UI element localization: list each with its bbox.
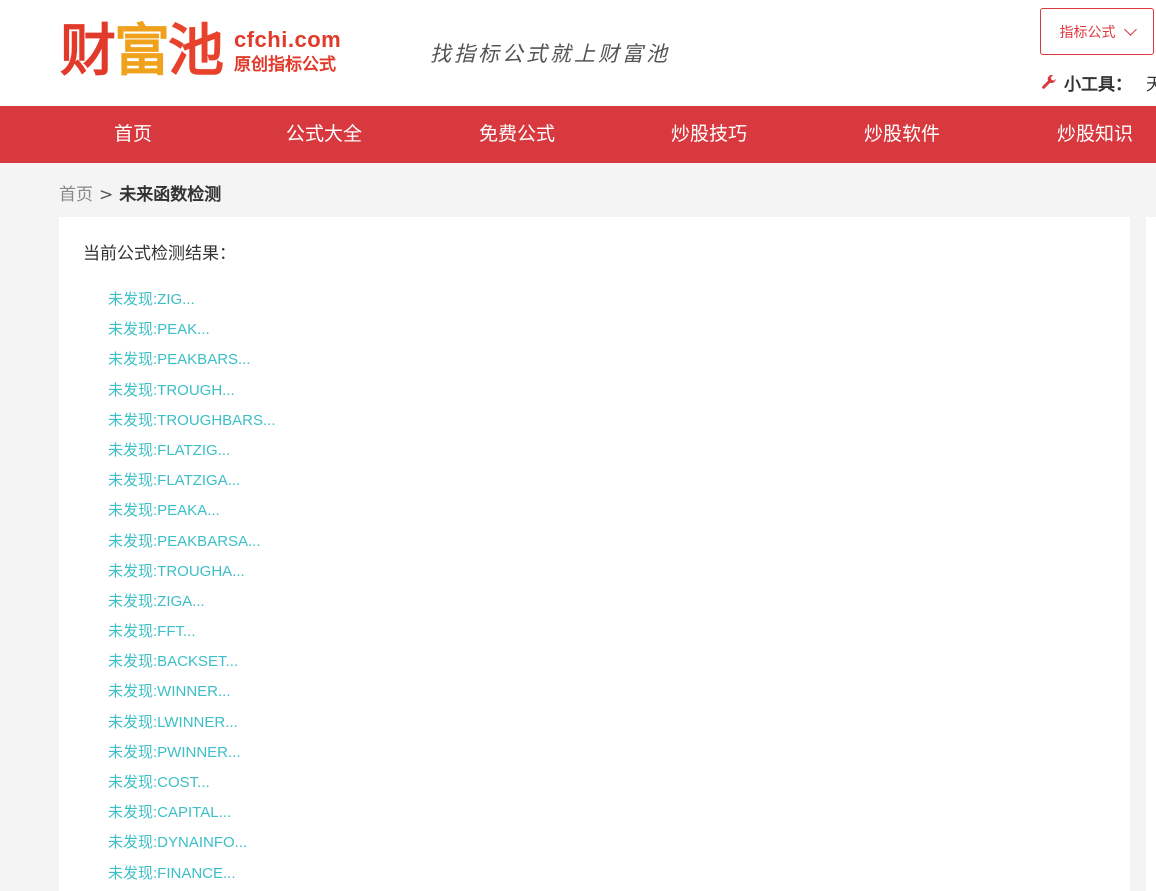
wrench-icon [1042, 74, 1056, 89]
site-logo[interactable]: 财富池 cfchi.com 原创指标公式 [60, 20, 341, 82]
result-item[interactable]: 未发现:COST... [108, 768, 276, 798]
result-title: 当前公式检测结果： [83, 244, 236, 264]
result-item[interactable]: 未发现:PEAKBARS... [108, 345, 276, 375]
result-panel: 当前公式检测结果： 未发现:ZIG... 未发现:PEAK... 未发现:PEA… [59, 217, 1130, 891]
result-item[interactable]: 未发现:PEAKA... [108, 496, 276, 526]
tools-label: 小工具： [1064, 75, 1132, 95]
logo-domain: cfchi.com [234, 26, 342, 52]
result-item[interactable]: 未发现:PEAK... [108, 315, 276, 345]
result-item[interactable]: 未发现:TROUGHA... [108, 557, 276, 587]
logo-char-1: 财 [60, 18, 116, 84]
result-item[interactable]: 未发现:PWINNER... [108, 738, 276, 768]
result-item[interactable]: 未发现:ZIGA... [108, 587, 276, 617]
result-item[interactable]: 未发现:WINNER... [108, 677, 276, 707]
tools-link[interactable]: 天 [1146, 70, 1156, 95]
logo-wordmark: 财富池 [60, 18, 224, 84]
result-item[interactable]: 未发现:BACKSET... [108, 647, 276, 677]
result-item[interactable]: 未发现:LWINNER... [108, 708, 276, 738]
result-item[interactable]: 未发现:ZIG... [108, 285, 276, 315]
nav-item-trading-tips[interactable]: 炒股技巧 [671, 106, 747, 163]
logo-subtitle: 原创指标公式 [234, 54, 336, 75]
result-item[interactable]: 未发现:FLATZIG... [108, 436, 276, 466]
right-sidebar [1146, 217, 1156, 891]
site-header: 财富池 cfchi.com 原创指标公式 找指标公式就上财富池 指标公式 小工具… [0, 0, 1156, 106]
result-item[interactable]: 未发现:FLATZIGA... [108, 466, 276, 496]
tools-bar: 小工具： 天 [1040, 70, 1156, 95]
result-item[interactable]: 未发现:TROUGH... [108, 376, 276, 406]
logo-char-2: 富 [114, 18, 170, 84]
breadcrumb-separator: > [99, 185, 114, 205]
breadcrumb-home[interactable]: 首页 [59, 185, 93, 205]
logo-char-3: 池 [168, 18, 224, 84]
result-item[interactable]: 未发现:TROUGHBARS... [108, 406, 276, 436]
chevron-down-icon [1123, 22, 1137, 36]
result-item[interactable]: 未发现:DYNAINFO... [108, 828, 276, 858]
result-item[interactable]: 未发现:PEAKBARSA... [108, 527, 276, 557]
result-item[interactable]: 未发现:FFT... [108, 617, 276, 647]
result-list: 未发现:ZIG... 未发现:PEAK... 未发现:PEAKBARS... 未… [108, 285, 276, 889]
nav-item-home[interactable]: 首页 [114, 106, 152, 163]
breadcrumb: 首页 > 未来函数检测 [59, 183, 221, 207]
nav-item-trading-software[interactable]: 炒股软件 [864, 106, 940, 163]
result-item[interactable]: 未发现:CAPITAL... [108, 798, 276, 828]
nav-item-free-formulas[interactable]: 免费公式 [479, 106, 555, 163]
main-nav: 首页 公式大全 免费公式 炒股技巧 炒股软件 炒股知识 [0, 106, 1156, 163]
breadcrumb-current: 未来函数检测 [119, 185, 222, 205]
category-dropdown[interactable]: 指标公式 [1040, 8, 1154, 55]
dropdown-label: 指标公式 [1059, 24, 1116, 41]
nav-item-trading-knowledge[interactable]: 炒股知识 [1057, 106, 1133, 163]
logo-text-group: cfchi.com 原创指标公式 [234, 26, 342, 75]
site-slogan: 找指标公式就上财富池 [430, 42, 670, 66]
nav-item-formulas[interactable]: 公式大全 [286, 106, 362, 163]
result-item[interactable]: 未发现:FINANCE... [108, 859, 276, 889]
